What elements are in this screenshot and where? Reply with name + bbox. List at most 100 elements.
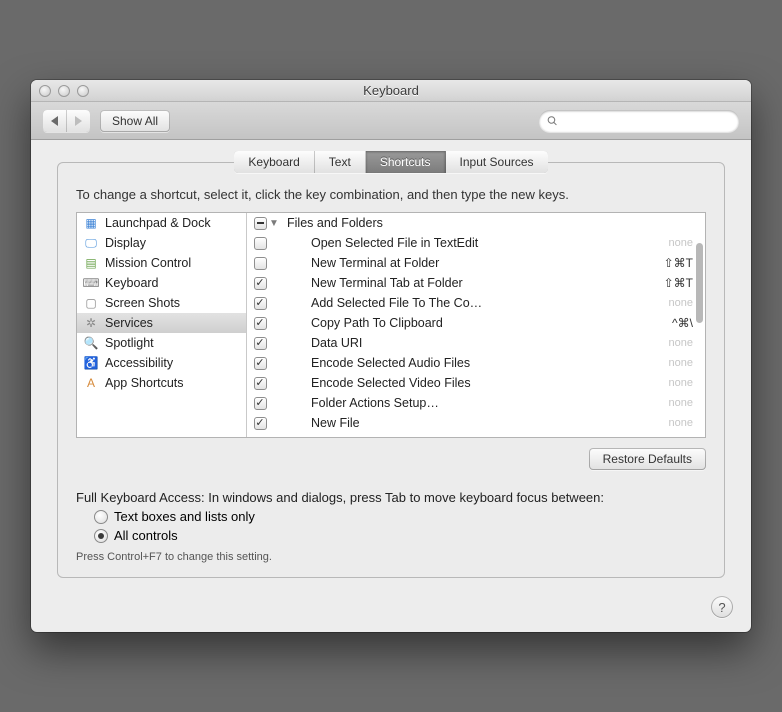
forward-button[interactable] <box>67 110 90 132</box>
fka-radio-option[interactable]: Text boxes and lists only <box>94 509 706 524</box>
sidebar-item-services[interactable]: ✲ Services <box>77 313 246 333</box>
shortcut-row[interactable]: New Filenone <box>247 413 705 433</box>
row-checkbox[interactable] <box>254 397 267 410</box>
shortcut-value[interactable]: none <box>651 297 699 309</box>
spotlight-icon: 🔍 <box>83 335 99 351</box>
row-label: Open Selected File in TextEdit <box>287 236 651 250</box>
scrollbar-thumb[interactable] <box>696 243 703 323</box>
tab-text[interactable]: Text <box>315 151 366 173</box>
restore-defaults-button[interactable]: Restore Defaults <box>589 448 706 470</box>
sidebar-item-label: Display <box>105 236 146 250</box>
row-label: Copy Path To Clipboard <box>287 316 651 330</box>
shortcut-row[interactable]: Folder Actions Setup…none <box>247 393 705 413</box>
preferences-window: Keyboard Show All KeyboardTextShortcutsI… <box>31 80 751 632</box>
shortcut-row[interactable]: Data URInone <box>247 333 705 353</box>
sidebar-item-mission-control[interactable]: ▤Mission Control <box>77 253 246 273</box>
shortcut-row[interactable]: New Terminal Tab at Folder⇧⌘T <box>247 273 705 293</box>
shortcut-value[interactable]: none <box>651 357 699 369</box>
shortcut-row[interactable]: Copy Path To Clipboard^⌘\ <box>247 313 705 333</box>
fka-radio-option[interactable]: All controls <box>94 528 706 543</box>
services-icon: ✲ <box>83 315 99 331</box>
shortcut-row[interactable]: New Terminal at Folder⇧⌘T <box>247 253 705 273</box>
shortcut-value[interactable]: none <box>651 237 699 249</box>
sidebar-item-accessibility[interactable]: ♿ Accessibility <box>77 353 246 373</box>
instruction-text: To change a shortcut, select it, click t… <box>76 187 706 202</box>
shortcut-value[interactable]: ^⌘\ <box>651 316 699 330</box>
sidebar-item-spotlight[interactable]: 🔍 Spotlight <box>77 333 246 353</box>
zoom-window-button[interactable] <box>77 85 89 97</box>
row-label: Data URI <box>287 336 651 350</box>
titlebar: Keyboard <box>31 80 751 102</box>
full-keyboard-access-label: Full Keyboard Access: In windows and dia… <box>76 490 706 505</box>
tab-keyboard[interactable]: Keyboard <box>234 151 314 173</box>
shortcut-value[interactable]: ⇧⌘T <box>651 276 699 290</box>
row-checkbox[interactable] <box>254 277 267 290</box>
shortcut-value[interactable]: none <box>651 397 699 409</box>
app-shortcuts-icon: A <box>83 375 99 391</box>
row-label: Folder Actions Setup… <box>287 396 651 410</box>
disclosure-triangle-icon[interactable]: ▼ <box>269 218 287 229</box>
sidebar-item-screen-shots[interactable]: ▢ Screen Shots <box>77 293 246 313</box>
category-sidebar[interactable]: ▦ Launchpad & Dock 🖵 Display ▤Mission Contro… <box>77 213 247 437</box>
sidebar-item-label: Spotlight <box>105 336 154 350</box>
shortcut-value[interactable]: none <box>651 377 699 389</box>
shortcut-value[interactable]: ⇧⌘T <box>651 256 699 270</box>
content-area: KeyboardTextShortcutsInput Sources To ch… <box>31 140 751 596</box>
group-checkbox[interactable] <box>254 217 267 230</box>
sidebar-item-label: Accessibility <box>105 356 173 370</box>
row-checkbox[interactable] <box>254 297 267 310</box>
tab-input-sources[interactable]: Input Sources <box>446 151 548 173</box>
radio-label: All controls <box>114 528 178 543</box>
close-window-button[interactable] <box>39 85 51 97</box>
sidebar-item-app-shortcuts[interactable]: A App Shortcuts <box>77 373 246 393</box>
row-checkbox[interactable] <box>254 257 267 270</box>
row-checkbox[interactable] <box>254 417 267 430</box>
shortcut-row[interactable]: Encode Selected Video Filesnone <box>247 373 705 393</box>
row-label: New File <box>287 416 651 430</box>
chevron-left-icon <box>51 116 58 126</box>
sidebar-item-label: Launchpad & Dock <box>105 216 211 230</box>
screenshots-icon: ▢ <box>83 295 99 311</box>
back-button[interactable] <box>43 110 67 132</box>
sidebar-item-label: Services <box>105 316 153 330</box>
fka-hint: Press Control+F7 to change this setting. <box>76 551 706 563</box>
group-row-files-and-folders[interactable]: ▼Files and Folders <box>247 213 705 233</box>
sidebar-item-label: App Shortcuts <box>105 376 184 390</box>
row-checkbox[interactable] <box>254 357 267 370</box>
tab-bar: KeyboardTextShortcutsInput Sources <box>58 151 724 173</box>
tab-shortcuts[interactable]: Shortcuts <box>366 151 446 173</box>
sidebar-item-label: Keyboard <box>105 276 159 290</box>
shortcuts-split-view: ▦ Launchpad & Dock 🖵 Display ▤Mission Contro… <box>76 212 706 438</box>
chevron-right-icon <box>75 116 82 126</box>
shortcut-value[interactable]: none <box>651 417 699 429</box>
row-checkbox[interactable] <box>254 337 267 350</box>
row-label: Encode Selected Video Files <box>287 376 651 390</box>
window-title: Keyboard <box>31 83 751 98</box>
show-all-button[interactable]: Show All <box>100 110 170 132</box>
search-input[interactable] <box>563 114 731 128</box>
radio-button[interactable] <box>94 529 108 543</box>
launchpad-icon: ▦ <box>83 215 99 231</box>
shortcut-value[interactable]: none <box>651 337 699 349</box>
toolbar: Show All <box>31 102 751 140</box>
row-label: New Terminal Tab at Folder <box>287 276 651 290</box>
sidebar-item-label: Screen Shots <box>105 296 180 310</box>
row-checkbox[interactable] <box>254 317 267 330</box>
shortcut-row[interactable]: Open Selected File in TextEditnone <box>247 233 705 253</box>
shortcut-row[interactable]: Add Selected File To The Co…none <box>247 293 705 313</box>
sidebar-item-keyboard[interactable]: ⌨Keyboard <box>77 273 246 293</box>
shortcut-row[interactable]: Encode Selected Audio Filesnone <box>247 353 705 373</box>
minimize-window-button[interactable] <box>58 85 70 97</box>
sidebar-item-label: Mission Control <box>105 256 191 270</box>
help-button[interactable]: ? <box>711 596 733 618</box>
display-icon: 🖵 <box>83 235 99 251</box>
radio-label: Text boxes and lists only <box>114 509 255 524</box>
row-checkbox[interactable] <box>254 237 267 250</box>
row-checkbox[interactable] <box>254 377 267 390</box>
radio-button[interactable] <box>94 510 108 524</box>
sidebar-item-display[interactable]: 🖵 Display <box>77 233 246 253</box>
shortcuts-list[interactable]: ▼Files and FoldersOpen Selected File in … <box>247 213 705 437</box>
search-field[interactable] <box>539 110 739 132</box>
sidebar-item-launchpad-dock[interactable]: ▦ Launchpad & Dock <box>77 213 246 233</box>
accessibility-icon: ♿ <box>83 355 99 371</box>
